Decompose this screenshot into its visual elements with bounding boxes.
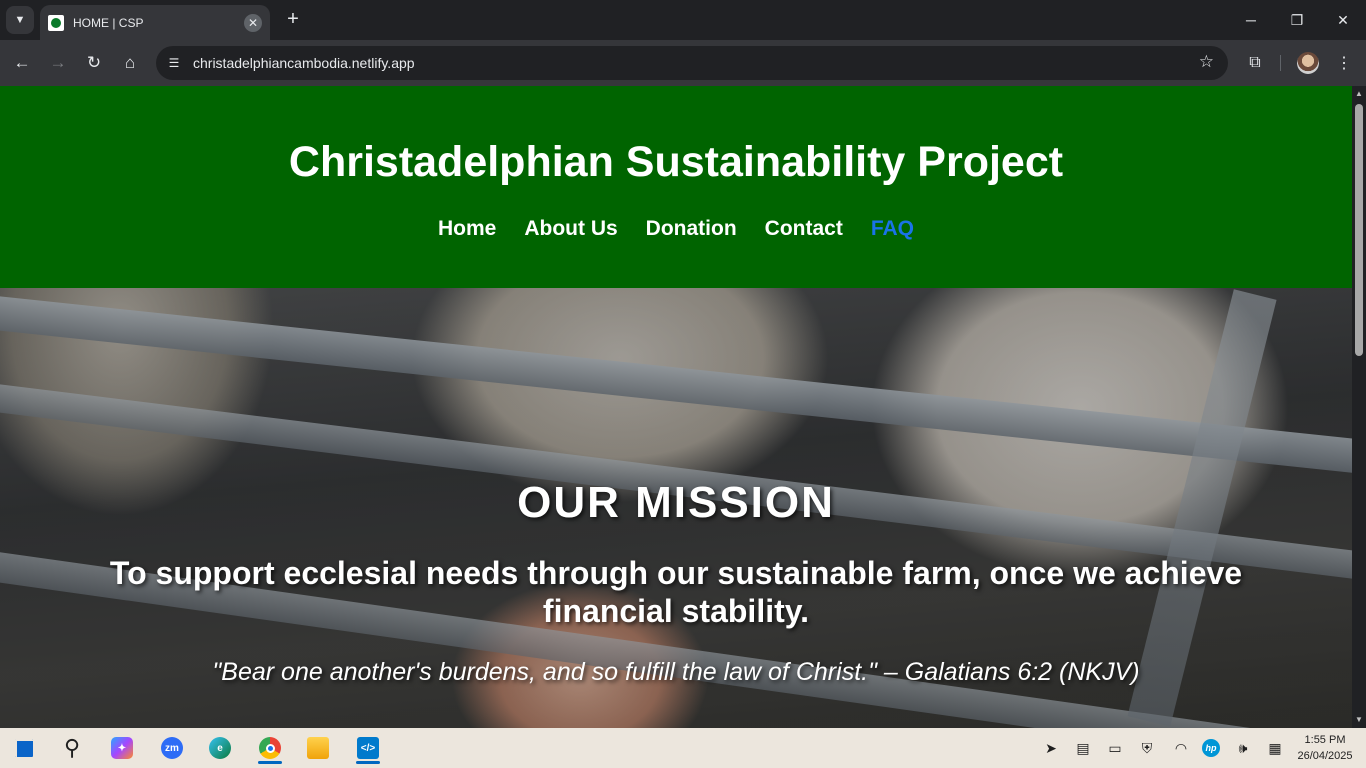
telegram-icon[interactable]: ➤ (1040, 738, 1062, 758)
minimize-icon[interactable]: ─ (1228, 0, 1274, 40)
close-icon[interactable]: ✕ (244, 13, 262, 32)
url-text[interactable]: christadelphiancambodia.netlify.app (193, 55, 415, 71)
profile-avatar[interactable] (1297, 52, 1319, 74)
hp-icon[interactable]: hp (1200, 738, 1222, 758)
mission-heading: OUR MISSION (517, 478, 835, 527)
page-scrollbar[interactable]: ▲ ▼ (1352, 86, 1366, 728)
clock-date: 26/04/2025 (1297, 750, 1353, 762)
windows-taskbar: ⚲ ✦ zm e </> ➤ ▤ ▭ ⛨ ◠ hp 🕪 ▦ 1:55 PM 26… (0, 728, 1366, 768)
nav-link-faq[interactable]: FAQ (871, 217, 914, 241)
page-viewport: Christadelphian Sustainability Project H… (0, 86, 1352, 728)
site-nav: Home About Us Donation Contact FAQ (0, 217, 1352, 241)
site-favicon-icon (48, 14, 64, 31)
nav-link-donation[interactable]: Donation (646, 217, 737, 241)
bookmark-star-icon[interactable]: ☆ (1199, 52, 1214, 72)
nav-link-about[interactable]: About Us (524, 217, 617, 241)
scroll-down-icon[interactable]: ▼ (1355, 716, 1363, 724)
site-title: Christadelphian Sustainability Project (288, 138, 1064, 186)
browser-tab-bar: ▼ HOME | CSP ✕ + ─ ❐ ✕ (0, 0, 1366, 40)
file-explorer-icon[interactable] (298, 732, 338, 764)
new-tab-button[interactable]: + (282, 8, 304, 30)
more-menu-icon[interactable]: ⋮ (1330, 49, 1358, 77)
vscode-icon[interactable]: </> (348, 732, 388, 764)
scroll-up-icon[interactable]: ▲ (1355, 90, 1363, 98)
home-icon[interactable]: ⌂ (116, 49, 144, 77)
tab-title: HOME | CSP (73, 15, 144, 30)
reload-icon[interactable]: ↻ (80, 49, 108, 77)
security-shield-icon[interactable]: ⛨ (1136, 738, 1158, 758)
battery-icon[interactable]: ▭ (1104, 738, 1126, 758)
window-close-icon[interactable]: ✕ (1320, 0, 1366, 40)
search-icon[interactable]: ⚲ (52, 732, 92, 764)
nav-link-contact[interactable]: Contact (765, 217, 843, 241)
device-icon[interactable]: ▤ (1072, 738, 1094, 758)
nav-link-home[interactable]: Home (438, 217, 496, 241)
system-clock[interactable]: 1:55 PM 26/04/2025 (1290, 732, 1360, 764)
wifi-icon[interactable]: ◠ (1170, 738, 1192, 758)
site-info-icon[interactable]: ☰ (162, 51, 186, 75)
browser-tab[interactable]: HOME | CSP ✕ (40, 5, 270, 40)
back-icon[interactable]: ← (8, 49, 36, 77)
windows-start-icon[interactable] (4, 732, 44, 764)
bible-verse: "Bear one another's burdens, and so fulf… (212, 658, 1140, 686)
chrome-icon[interactable] (250, 732, 290, 764)
copilot-icon[interactable]: ✦ (102, 732, 142, 764)
restore-icon[interactable]: ❐ (1274, 0, 1320, 40)
zoom-icon[interactable]: zm (152, 732, 192, 764)
browser-toolbar: ← → ↻ ⌂ ☰ christadelphiancambodia.netlif… (0, 40, 1366, 86)
scrollbar-thumb[interactable] (1355, 104, 1363, 356)
fence-rail (0, 294, 1352, 476)
clock-time: 1:55 PM (1304, 734, 1346, 746)
edge-icon[interactable]: e (200, 732, 240, 764)
language-icon[interactable]: ▦ (1264, 738, 1286, 758)
extensions-icon[interactable]: ⧉ (1241, 49, 1269, 77)
mission-statement: To support ecclesial needs through our s… (109, 555, 1243, 629)
hero-section: OUR MISSION To support ecclesial needs t… (0, 288, 1352, 728)
address-bar[interactable]: ☰ christadelphiancambodia.netlify.app ☆ (156, 46, 1228, 80)
tab-search-icon[interactable]: ▼ (6, 6, 34, 34)
forward-icon[interactable]: → (44, 49, 72, 77)
toolbar-divider (1280, 55, 1281, 71)
volume-icon[interactable]: 🕪 (1232, 738, 1254, 758)
site-header: Christadelphian Sustainability Project H… (0, 86, 1352, 288)
